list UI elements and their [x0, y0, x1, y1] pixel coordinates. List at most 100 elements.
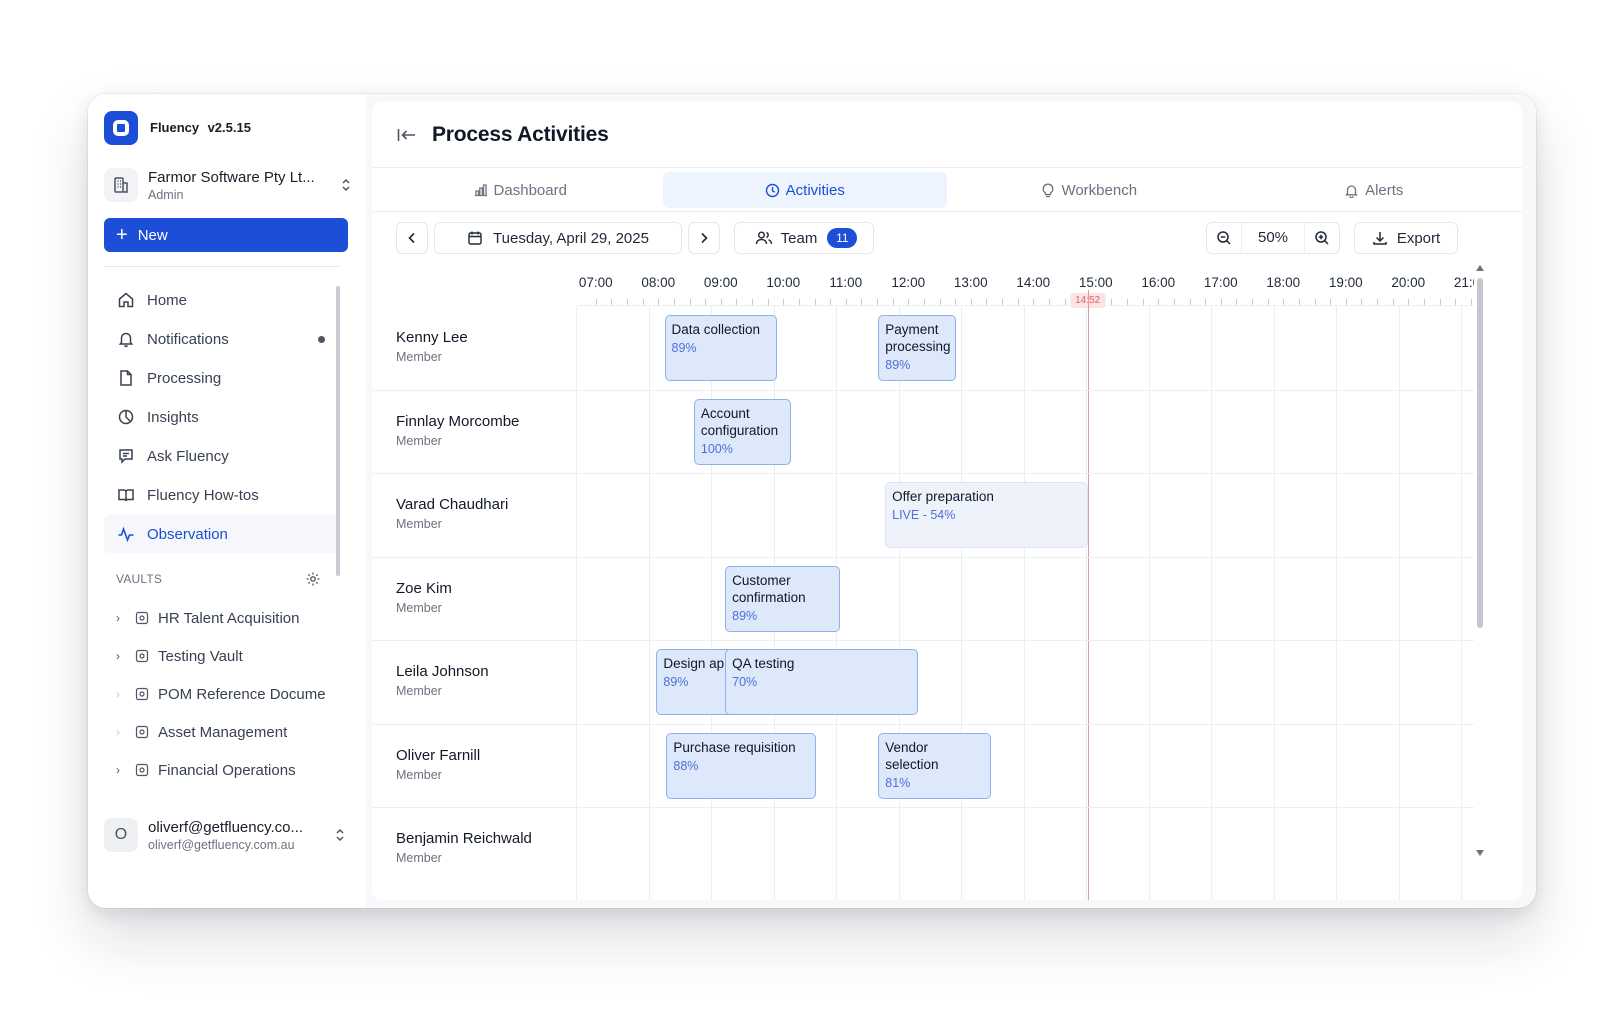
activity-block[interactable]: Payment processing 89% [878, 315, 957, 381]
back-arrow-icon[interactable] [396, 124, 418, 146]
sidebar-item-observation[interactable]: Observation [104, 515, 339, 553]
hour-label: 12:00 [891, 275, 926, 290]
time-tick [1423, 299, 1425, 305]
hour-label: 09:00 [703, 275, 738, 290]
time-tick [1252, 299, 1253, 305]
vault-item[interactable]: › POM Reference Docume [116, 675, 336, 713]
time-tick [1173, 299, 1175, 305]
team-count-badge: 11 [827, 228, 858, 248]
vault-item[interactable]: › HR Talent Acquisition [116, 599, 336, 637]
sidebar-item-label: Observation [147, 525, 228, 543]
avatar: O [104, 818, 138, 852]
member-row-label: Zoe Kim Member [396, 580, 452, 615]
time-tick [1439, 299, 1441, 305]
brand[interactable]: Fluency v2.5.15 [104, 111, 251, 145]
time-tick [1189, 299, 1191, 305]
activity-block[interactable]: QA testing 70% [725, 649, 918, 715]
tab-activities[interactable]: Activities [662, 172, 947, 208]
sidebar-item-insights[interactable]: Insights [104, 398, 339, 436]
sidebar-item-label: Processing [147, 369, 222, 387]
page-header: Process Activities [372, 102, 1522, 168]
team-filter-button[interactable]: Team 11 [734, 222, 874, 254]
zoom-out-icon [1217, 231, 1231, 245]
vault-item[interactable]: › Asset Management [116, 713, 336, 751]
activity-progress: 81% [885, 775, 911, 790]
vault-item[interactable]: › Financial Operations [116, 751, 336, 789]
activity-progress: 89% [671, 341, 697, 355]
row-divider [372, 723, 1474, 725]
scroll-thumb[interactable] [1477, 278, 1483, 628]
time-tick [892, 299, 894, 305]
zoom-level: 50% [1241, 223, 1305, 253]
bar-chart-icon [474, 183, 488, 197]
app-version: v2.5.15 [207, 120, 251, 135]
time-tick [1142, 299, 1144, 305]
hour-gridline [898, 306, 900, 900]
activity-block[interactable]: Customer confirmation 89% [725, 565, 840, 632]
new-button-label: New [137, 226, 168, 244]
export-button[interactable]: Export [1354, 222, 1458, 254]
scroll-up-icon[interactable] [1476, 265, 1484, 271]
activity-progress: 100% [700, 441, 733, 456]
hour-label: 13:00 [953, 275, 988, 290]
tab-label: Alerts [1365, 181, 1404, 199]
vault-label: POM Reference Docume [158, 685, 326, 703]
time-tick [861, 299, 863, 305]
time-tick [1236, 299, 1238, 305]
gear-icon[interactable] [305, 571, 321, 587]
users-icon [755, 231, 772, 245]
org-switcher[interactable]: Farmor Software Pty Lt... Admin [104, 164, 354, 206]
sidebar-item-home[interactable]: Home [104, 281, 339, 319]
next-day-button[interactable] [688, 222, 720, 254]
tab-dashboard[interactable]: Dashboard [378, 172, 663, 208]
tab-alerts[interactable]: Alerts [1232, 172, 1517, 208]
time-tick [673, 299, 675, 305]
time-tick [689, 299, 691, 305]
activity-block[interactable]: Offer preparation LIVE - 54% [885, 482, 1088, 548]
member-row-label: Finnlay Morcombe Member [396, 413, 519, 448]
member-column: Kenny Lee Member Finnlay Morcombe Member Var… [372, 306, 577, 900]
user-menu[interactable]: O oliverf@getfluency.co... oliverf@getfl… [104, 812, 348, 858]
zoom-in-button[interactable] [1305, 223, 1339, 253]
prev-day-button[interactable] [396, 222, 428, 254]
zoom-out-button[interactable] [1207, 223, 1241, 253]
timeline-scrollbar[interactable] [1476, 262, 1484, 862]
sidebar-item-processing[interactable]: Processing [104, 359, 339, 397]
date-picker-button[interactable]: Tuesday, April 29, 2025 [434, 222, 682, 254]
member-row-label: Benjamin Reichwald Member [396, 830, 532, 865]
fluency-logo-icon [104, 111, 138, 145]
row-divider [372, 807, 1474, 808]
sidebar-item-label: Notifications [147, 330, 229, 348]
chevron-updown-icon[interactable] [332, 825, 348, 845]
activity-block[interactable]: Data collection 89% [664, 315, 777, 381]
sidebar-item-how-tos[interactable]: Fluency How-tos [104, 476, 339, 514]
chevron-right-icon[interactable]: › [116, 611, 126, 625]
page-title: Process Activities [432, 122, 609, 146]
activity-progress: 88% [673, 758, 699, 773]
activity-block[interactable]: Account configuration 100% [693, 398, 792, 465]
chevron-updown-icon[interactable] [338, 175, 354, 195]
sidebar-item-ask-fluency[interactable]: Ask Fluency [104, 437, 339, 475]
scroll-down-icon[interactable] [1476, 850, 1484, 856]
plus-icon: + [116, 224, 128, 246]
sidebar-item-notifications[interactable]: Notifications [104, 320, 339, 358]
time-tick [939, 299, 941, 305]
vault-item[interactable]: › Testing Vault [116, 637, 336, 675]
team-label: Team [780, 229, 818, 247]
sidebar-scrollbar[interactable] [336, 276, 340, 841]
chevron-right-icon[interactable]: › [116, 649, 126, 663]
chevron-right-icon[interactable]: › [116, 725, 126, 739]
time-tick [830, 299, 832, 305]
tab-workbench[interactable]: Workbench [947, 172, 1232, 208]
activity-block[interactable]: Vendor selection 81% [878, 732, 992, 799]
activity-name: Vendor selection [885, 739, 939, 772]
member-role: Member [396, 600, 442, 615]
notification-dot [318, 336, 325, 343]
hour-gridline [1461, 306, 1463, 900]
activity-block[interactable]: Purchase requisition 88% [666, 732, 817, 799]
new-button[interactable]: + New [104, 218, 348, 252]
book-icon [116, 485, 136, 505]
toolbar: Tuesday, April 29, 2025 Team 11 50% Expo… [372, 214, 1522, 262]
chevron-right-icon[interactable]: › [116, 687, 126, 701]
chevron-right-icon[interactable]: › [116, 763, 126, 777]
